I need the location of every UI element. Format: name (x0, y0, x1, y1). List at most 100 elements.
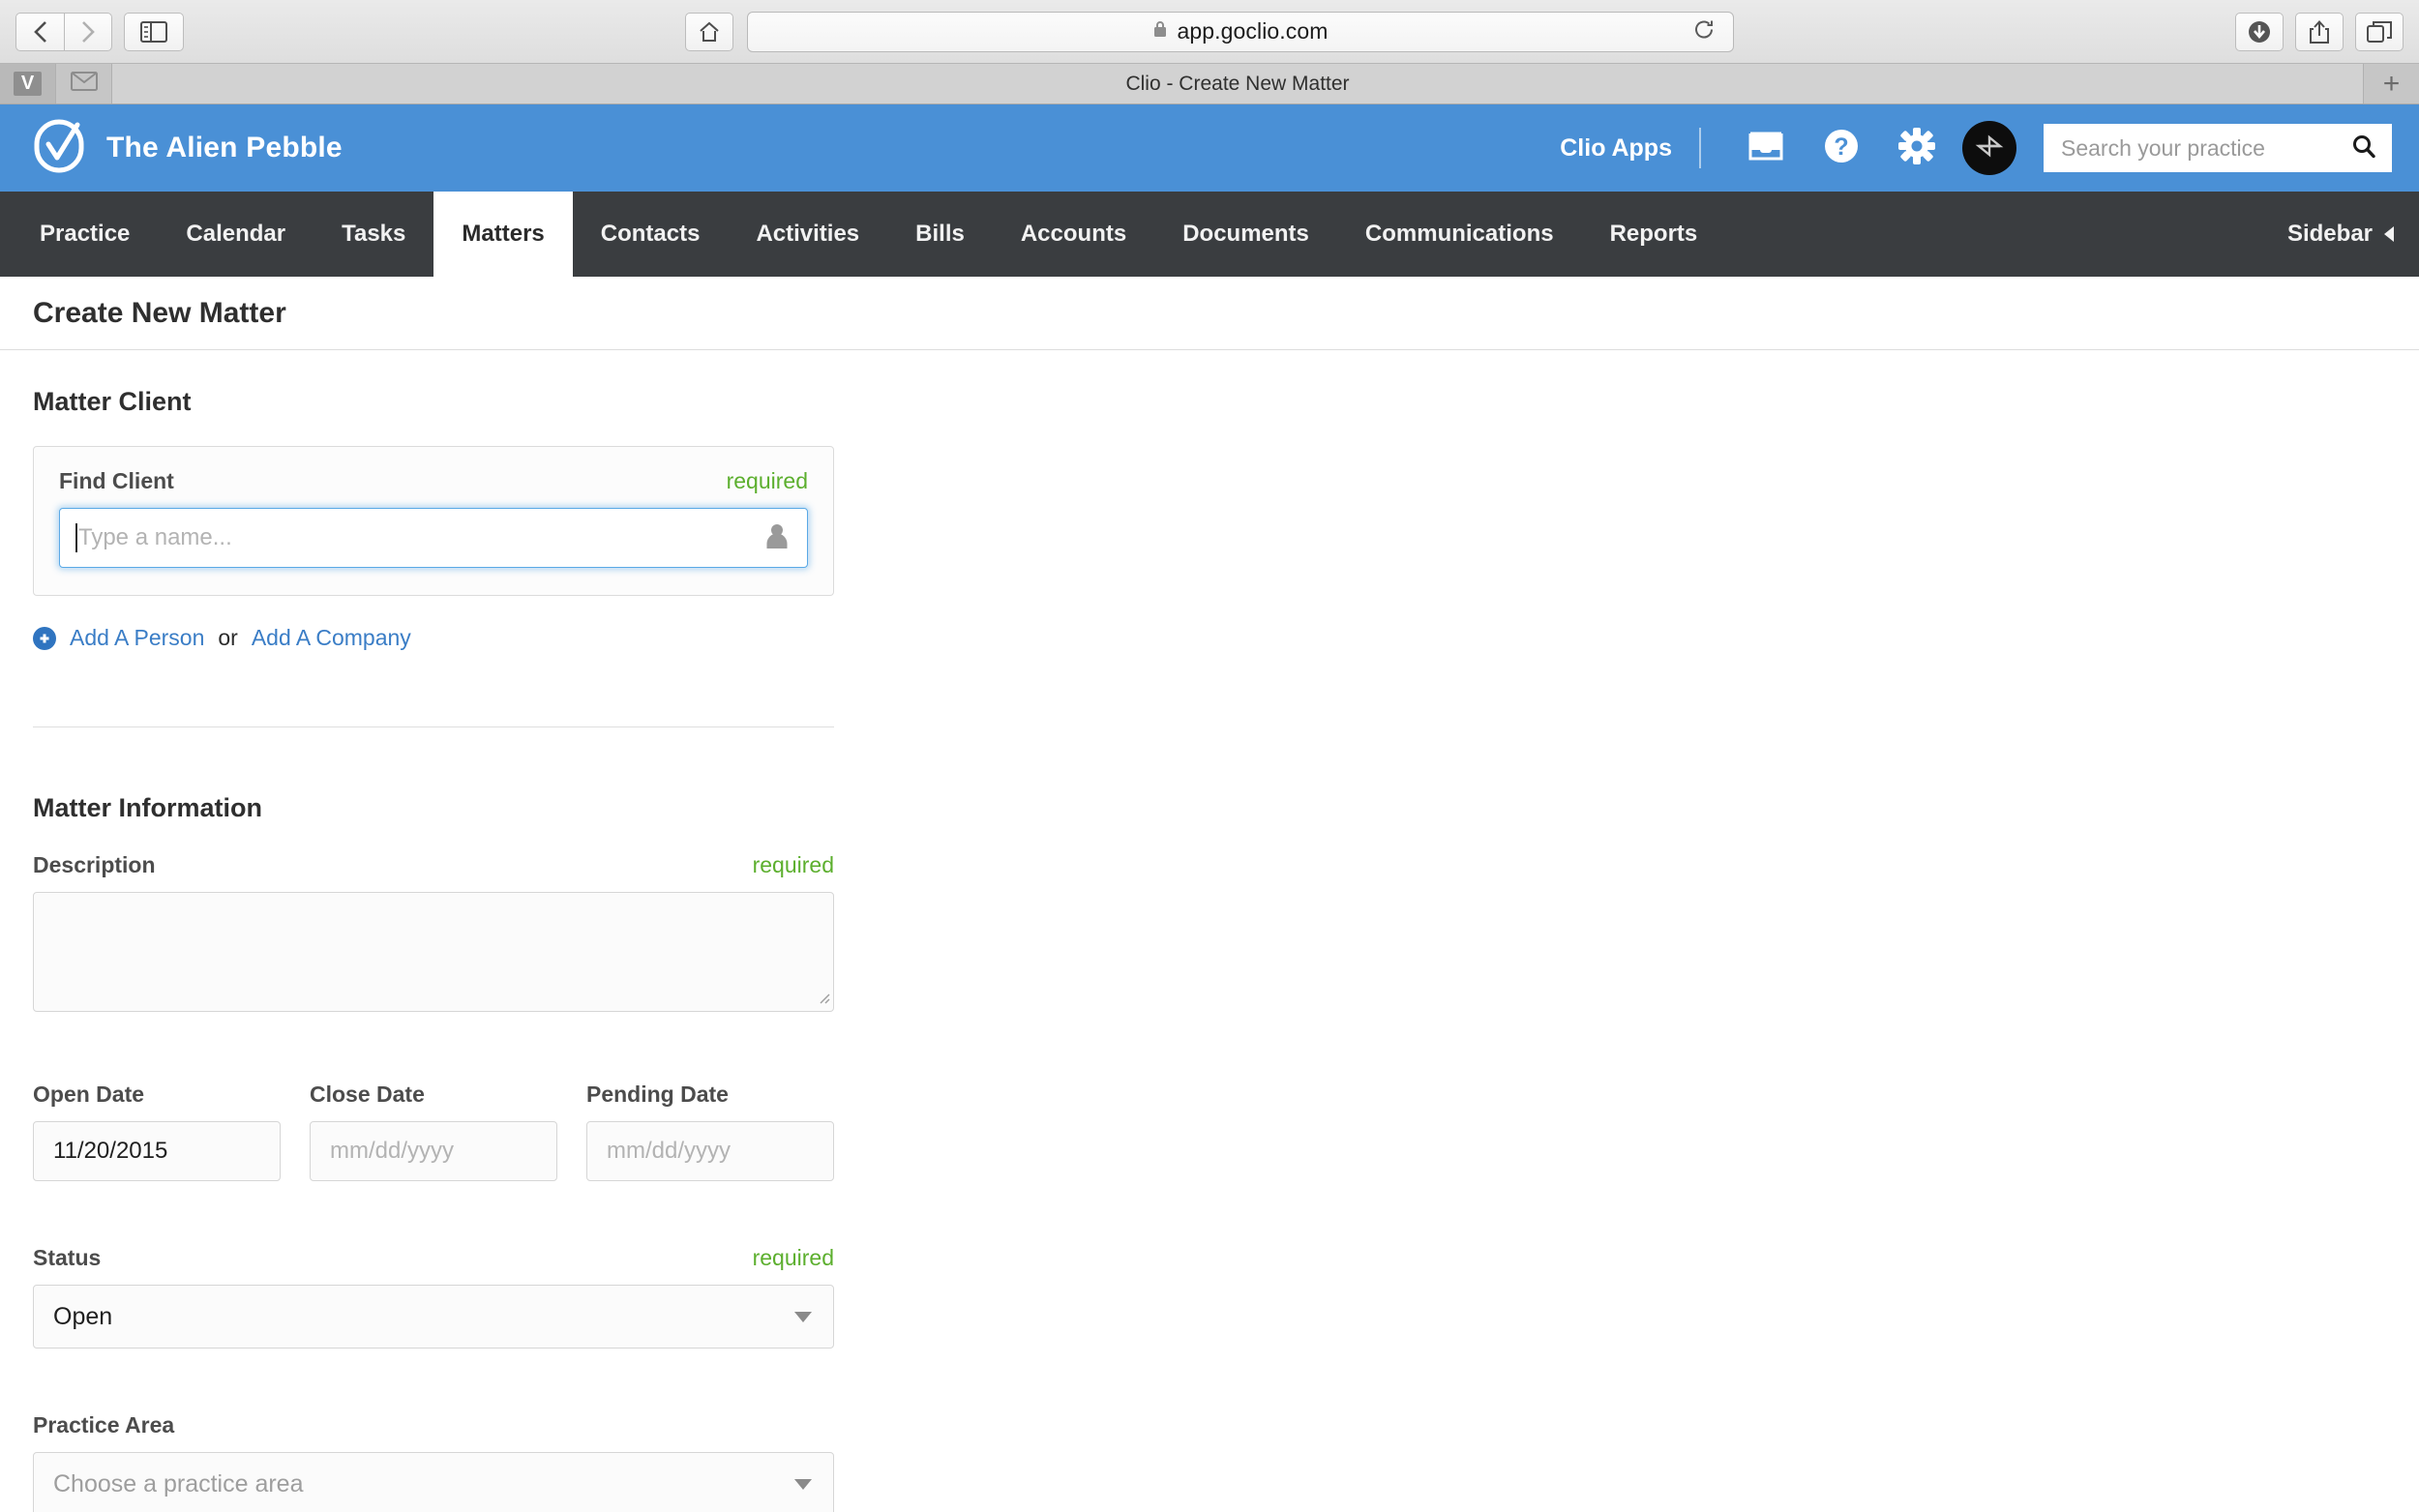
browser-tab-v-label: V (13, 72, 43, 96)
brand-group[interactable]: The Alien Pebble (33, 119, 343, 178)
person-icon (764, 522, 790, 554)
find-client-card: Find Client required Type a name... (33, 446, 834, 596)
settings-button[interactable] (1879, 127, 1955, 170)
browser-tab-mail[interactable] (56, 64, 112, 104)
date-fields-row: Open Date 11/20/2015 Close Date mm/dd/yy… (33, 1082, 834, 1181)
help-icon: ? (1823, 128, 1860, 169)
clio-check-logo-icon (33, 119, 85, 178)
status-label-row: Status required (33, 1245, 834, 1271)
practice-area-label: Practice Area (33, 1412, 175, 1438)
description-required-badge: required (752, 852, 834, 877)
tab-bar: V Clio - Create New Matter + (0, 64, 2419, 104)
close-date-input[interactable]: mm/dd/yyyy (310, 1121, 557, 1181)
text-caret (75, 523, 77, 552)
new-tab-button[interactable]: + (2363, 64, 2419, 104)
url-text: app.goclio.com (1177, 18, 1329, 44)
find-client-label: Find Client (59, 468, 174, 493)
main-content: Matter Client Find Client required Type … (0, 350, 2419, 1512)
open-date-value: 11/20/2015 (53, 1138, 168, 1164)
nav-item-tasks[interactable]: Tasks (314, 192, 433, 277)
header-divider (1699, 128, 1701, 168)
status-required-badge: required (752, 1245, 834, 1270)
practice-area-placeholder: Choose a practice area (53, 1469, 304, 1497)
nav-item-reports[interactable]: Reports (1582, 192, 1726, 277)
find-client-input[interactable]: Type a name... (59, 508, 808, 568)
home-button[interactable] (685, 12, 733, 51)
close-date-placeholder: mm/dd/yyyy (330, 1138, 455, 1164)
status-block: Status required Open (33, 1245, 834, 1349)
open-date-label: Open Date (33, 1082, 145, 1107)
find-client-label-row: Find Client required (59, 468, 808, 494)
brand-name: The Alien Pebble (106, 132, 343, 163)
open-date-input[interactable]: 11/20/2015 (33, 1121, 281, 1181)
status-select[interactable]: Open (33, 1285, 834, 1349)
matter-client-heading: Matter Client (33, 387, 192, 416)
chevron-down-icon (794, 1478, 812, 1490)
practice-area-label-row: Practice Area (33, 1412, 834, 1438)
section-divider (33, 726, 834, 727)
find-client-required-badge: required (726, 468, 808, 493)
plus-circle-icon (33, 626, 56, 650)
search-icon (2351, 133, 2376, 163)
reload-icon[interactable] (1692, 17, 1716, 45)
status-label: Status (33, 1245, 102, 1270)
pending-date-label: Pending Date (586, 1082, 729, 1107)
page-title: Create New Matter (33, 296, 286, 329)
browser-window: app.goclio.com V Clio - Create New Matte… (0, 0, 2419, 1512)
lock-icon (1152, 19, 1168, 44)
triangle-left-icon (2384, 226, 2394, 242)
nav-item-accounts[interactable]: Accounts (993, 192, 1154, 277)
nav-item-contacts[interactable]: Contacts (573, 192, 729, 277)
practice-area-select[interactable]: Choose a practice area (33, 1452, 834, 1512)
nav-item-calendar[interactable]: Calendar (158, 192, 314, 277)
inbox-icon (1747, 130, 1784, 167)
matter-information-heading: Matter Information (33, 793, 263, 822)
avatar[interactable] (1962, 121, 2016, 175)
nav-item-matters[interactable]: Matters (433, 192, 573, 277)
close-date-label: Close Date (310, 1082, 425, 1107)
pending-date-placeholder: mm/dd/yyyy (607, 1138, 732, 1164)
nav-item-activities[interactable]: Activities (728, 192, 887, 277)
description-label-row: Description required (33, 852, 834, 878)
page-title-bar: Create New Matter (0, 277, 2419, 350)
add-a-person-link[interactable]: Add A Person (70, 625, 204, 651)
practice-area-block: Practice Area Choose a practice area (33, 1412, 834, 1512)
or-separator: or (218, 625, 238, 650)
nav-item-practice[interactable]: Practice (12, 192, 158, 277)
active-tab[interactable]: Clio - Create New Matter (112, 64, 2363, 104)
mail-icon (70, 72, 98, 96)
app-header: The Alien Pebble Clio Apps ? Search your… (0, 104, 2419, 192)
help-button[interactable]: ? (1804, 128, 1879, 169)
toolbar-center-group: app.goclio.com (0, 11, 2419, 52)
browser-tab-v[interactable]: V (0, 64, 56, 104)
description-textarea[interactable] (33, 892, 834, 1012)
url-content: app.goclio.com (1152, 18, 1328, 44)
search-placeholder: Search your practice (2061, 134, 2265, 161)
tab-title: Clio - Create New Matter (1125, 72, 1350, 95)
find-client-placeholder: Type a name... (78, 524, 232, 550)
home-icon (698, 20, 721, 44)
add-client-links: Add A Person or Add A Company (33, 625, 834, 651)
sidebar-toggle[interactable]: Sidebar (2262, 192, 2419, 277)
nav-item-documents[interactable]: Documents (1154, 192, 1337, 277)
open-date-field: Open Date 11/20/2015 (33, 1082, 281, 1181)
add-a-company-link[interactable]: Add A Company (252, 625, 411, 651)
browser-toolbar: app.goclio.com (0, 0, 2419, 64)
gear-icon (1897, 127, 1936, 170)
form-column: Matter Client Find Client required Type … (33, 387, 834, 1512)
user-avatar-icon (1975, 132, 2004, 165)
pending-date-input[interactable]: mm/dd/yyyy (586, 1121, 834, 1181)
resize-handle-icon[interactable] (817, 991, 830, 1009)
url-bar[interactable]: app.goclio.com (747, 11, 1734, 52)
main-nav: Practice Calendar Tasks Matters Contacts… (0, 192, 2419, 277)
search-input[interactable]: Search your practice (2044, 124, 2392, 172)
description-label: Description (33, 852, 156, 877)
header-right-group: Clio Apps ? Search your practice (1560, 121, 2392, 175)
clio-app: The Alien Pebble Clio Apps ? Search your… (0, 104, 2419, 1512)
inbox-button[interactable] (1728, 130, 1804, 167)
status-selected-value: Open (53, 1302, 113, 1330)
nav-item-communications[interactable]: Communications (1337, 192, 1582, 277)
clio-apps-link[interactable]: Clio Apps (1560, 134, 1672, 163)
nav-item-bills[interactable]: Bills (887, 192, 993, 277)
close-date-field: Close Date mm/dd/yyyy (310, 1082, 557, 1181)
